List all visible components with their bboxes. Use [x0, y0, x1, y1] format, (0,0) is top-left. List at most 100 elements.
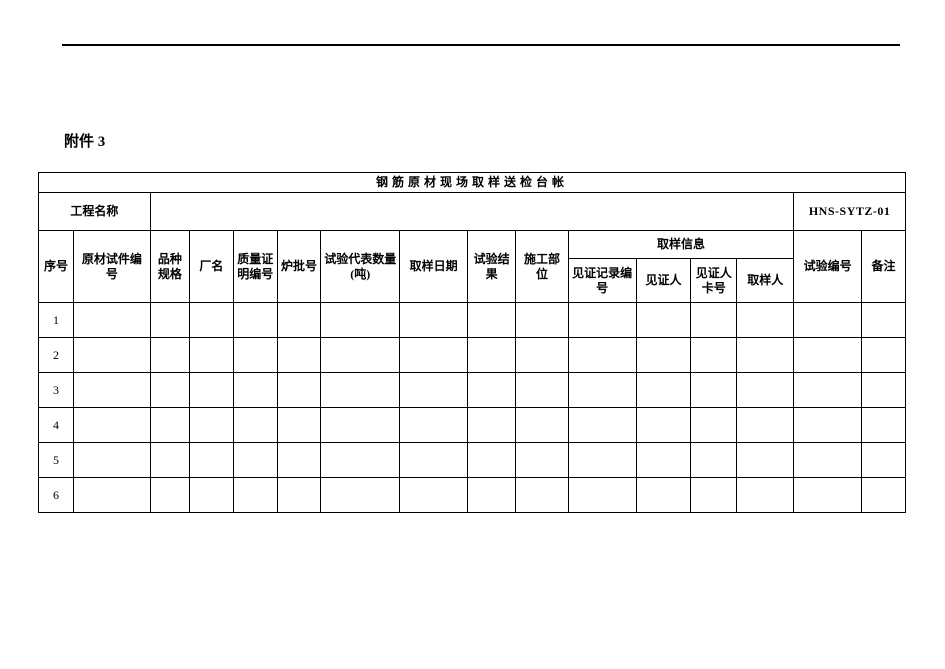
cell — [468, 443, 516, 478]
col-test-no: 试验编号 — [794, 231, 862, 303]
table-row: 5 — [39, 443, 906, 478]
cell — [400, 373, 468, 408]
cell — [636, 443, 691, 478]
cell — [277, 478, 321, 513]
cell — [862, 303, 906, 338]
cell — [150, 408, 189, 443]
col-sampler: 取样人 — [737, 259, 794, 303]
cell — [74, 443, 151, 478]
cell — [691, 478, 737, 513]
cell — [277, 338, 321, 373]
cell — [321, 373, 400, 408]
cell — [516, 478, 569, 513]
cell — [150, 478, 189, 513]
cell — [691, 443, 737, 478]
cell — [636, 373, 691, 408]
cell — [794, 443, 862, 478]
cell — [691, 373, 737, 408]
cell — [636, 478, 691, 513]
ledger-table: 钢筋原材现场取样送检台帐 工程名称 HNS-SYTZ-01 序号 原材试件编号 … — [38, 172, 906, 513]
cell — [691, 303, 737, 338]
col-test-result: 试验结果 — [468, 231, 516, 303]
cell — [190, 303, 234, 338]
cell — [794, 303, 862, 338]
cell — [568, 408, 636, 443]
col-construction-part: 施工部位 — [516, 231, 569, 303]
cell — [516, 303, 569, 338]
col-factory: 厂名 — [190, 231, 234, 303]
cell — [468, 373, 516, 408]
cell — [636, 408, 691, 443]
cell — [150, 443, 189, 478]
table-row: 3 — [39, 373, 906, 408]
table-row: 1 — [39, 303, 906, 338]
cell — [468, 408, 516, 443]
cell — [737, 338, 794, 373]
cell — [516, 408, 569, 443]
col-witness-record-no: 见证记录编号 — [568, 259, 636, 303]
cell — [74, 373, 151, 408]
cell-seq: 1 — [39, 303, 74, 338]
cell — [516, 443, 569, 478]
cell — [468, 338, 516, 373]
cell — [400, 303, 468, 338]
cell — [794, 408, 862, 443]
cell — [691, 338, 737, 373]
col-sampling-info: 取样信息 — [568, 231, 793, 259]
cell — [862, 443, 906, 478]
cell — [321, 478, 400, 513]
col-quality-cert-no: 质量证明编号 — [233, 231, 277, 303]
cell — [277, 373, 321, 408]
cell — [321, 338, 400, 373]
cell — [233, 338, 277, 373]
col-remark: 备注 — [862, 231, 906, 303]
cell — [516, 373, 569, 408]
cell — [862, 338, 906, 373]
cell — [568, 373, 636, 408]
cell — [636, 303, 691, 338]
cell — [794, 338, 862, 373]
cell — [568, 443, 636, 478]
project-name-label: 工程名称 — [39, 193, 151, 231]
cell — [321, 303, 400, 338]
cell — [233, 303, 277, 338]
form-code: HNS-SYTZ-01 — [794, 193, 906, 231]
cell — [277, 408, 321, 443]
cell — [568, 338, 636, 373]
col-sampling-date: 取样日期 — [400, 231, 468, 303]
cell — [862, 373, 906, 408]
cell — [862, 408, 906, 443]
project-name-value — [150, 193, 794, 231]
cell-seq: 2 — [39, 338, 74, 373]
table-row: 6 — [39, 478, 906, 513]
cell — [74, 408, 151, 443]
cell-seq: 5 — [39, 443, 74, 478]
cell — [233, 373, 277, 408]
cell — [277, 443, 321, 478]
cell — [74, 338, 151, 373]
cell — [190, 478, 234, 513]
cell — [150, 303, 189, 338]
cell — [737, 373, 794, 408]
table-row: 4 — [39, 408, 906, 443]
cell — [233, 408, 277, 443]
cell — [400, 408, 468, 443]
cell — [74, 303, 151, 338]
cell — [150, 373, 189, 408]
cell — [233, 443, 277, 478]
cell-seq: 6 — [39, 478, 74, 513]
col-witness-card-no: 见证人卡号 — [691, 259, 737, 303]
col-represented-qty: 试验代表数量(吨) — [321, 231, 400, 303]
cell — [400, 443, 468, 478]
col-variety-spec: 品种规格 — [150, 231, 189, 303]
cell — [691, 408, 737, 443]
cell — [400, 478, 468, 513]
cell — [636, 338, 691, 373]
cell-seq: 3 — [39, 373, 74, 408]
cell — [468, 478, 516, 513]
cell — [568, 478, 636, 513]
document-page: 附件 3 钢筋原材现场取样送检台帐 工程名称 HNS-SYTZ-01 序号 原材… — [0, 0, 945, 669]
top-rule — [62, 44, 900, 46]
col-witness: 见证人 — [636, 259, 691, 303]
cell — [400, 338, 468, 373]
